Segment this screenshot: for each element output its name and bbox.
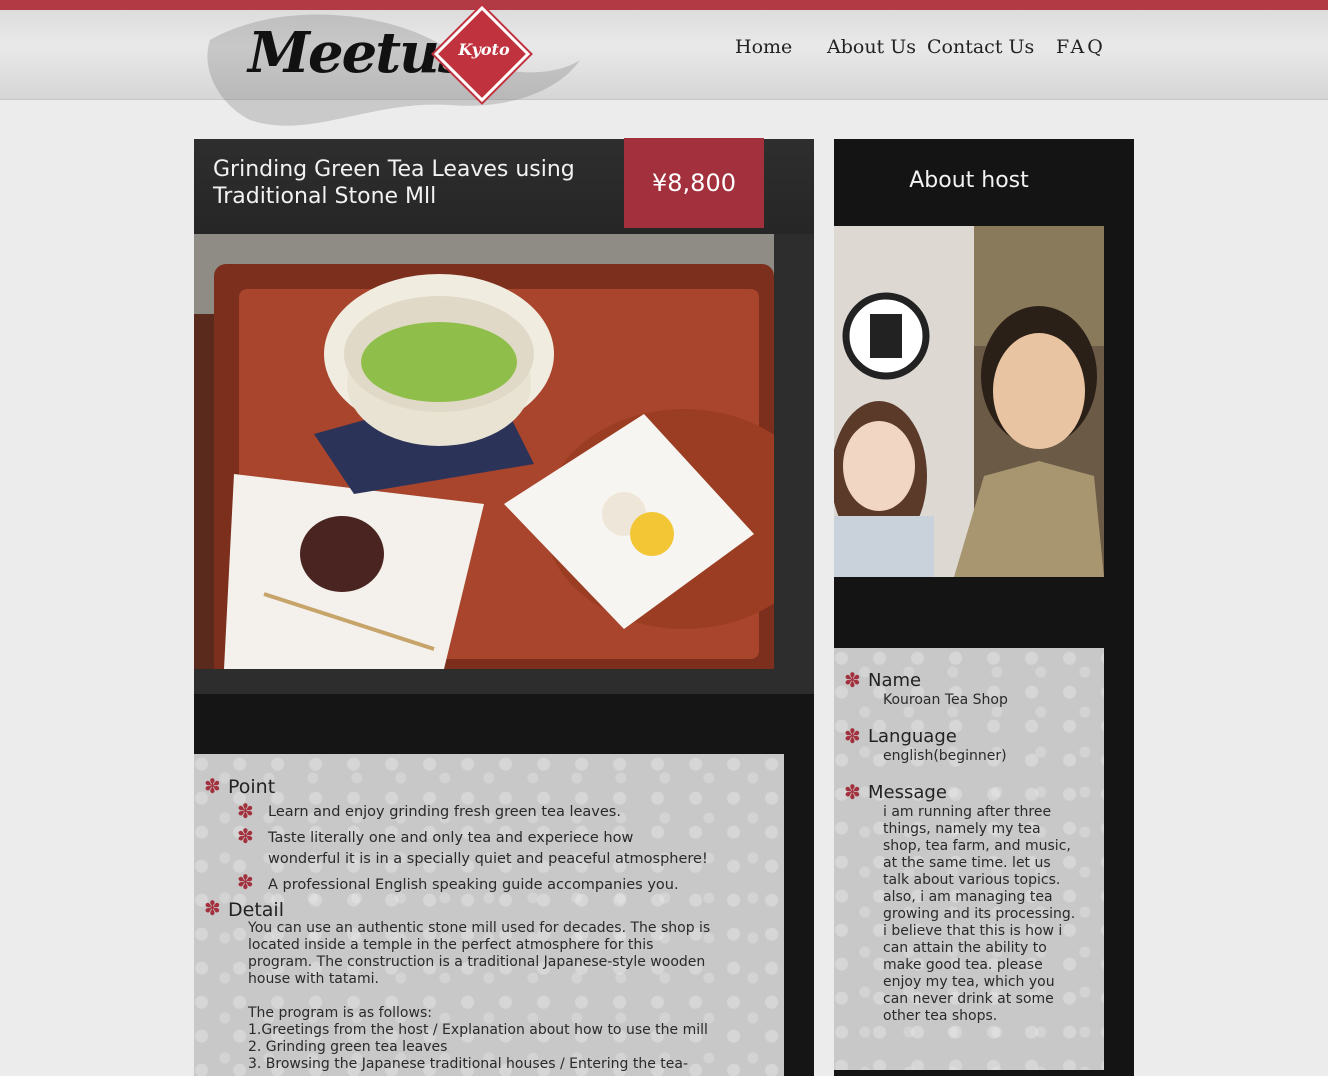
sakura-icon: ✽: [237, 799, 254, 823]
point-item: Taste literally one and only tea and exp…: [268, 830, 708, 867]
listing-title: Grinding Green Tea Leaves using Traditio…: [213, 157, 575, 209]
detail-text: You can use an authentic stone mill used…: [248, 920, 711, 1072]
price-badge: ¥8,800: [624, 138, 764, 228]
sakura-icon: ✽: [204, 896, 221, 920]
nav-about-us[interactable]: About Us: [827, 36, 916, 58]
host-language-value: english(beginner): [883, 748, 1007, 764]
detail-heading: Detail: [228, 899, 284, 921]
site-logo[interactable]: Meetus Kyoto: [248, 5, 538, 103]
sakura-icon: ✽: [204, 774, 221, 798]
nav-faq[interactable]: FAQ: [1056, 36, 1106, 58]
sakura-icon: ✽: [844, 780, 861, 804]
host-language-label: Language: [868, 726, 957, 747]
host-name-label: Name: [868, 670, 922, 691]
point-heading: Point: [228, 776, 276, 798]
host-message-label: Message: [868, 782, 947, 803]
sakura-icon: ✽: [844, 724, 861, 748]
point-item: A professional English speaking guide ac…: [268, 877, 679, 893]
host-message-value: i am running after three things, namely …: [883, 804, 1076, 1024]
point-item: Learn and enjoy grinding fresh green tea…: [268, 804, 621, 820]
sakura-icon: ✽: [844, 668, 861, 692]
about-host-heading: About host: [909, 168, 1029, 193]
nav-home[interactable]: Home: [735, 36, 792, 58]
host-name-value: Kouroan Tea Shop: [883, 692, 1008, 708]
host-photo: [834, 226, 1104, 577]
nav-contact-us[interactable]: Contact Us: [927, 36, 1034, 58]
sakura-icon: ✽: [237, 824, 254, 848]
sakura-icon: ✽: [237, 870, 254, 894]
tea-photo: [194, 234, 774, 669]
top-accent-bar: [0, 0, 1328, 10]
logo-badge-text: Kyoto: [458, 40, 510, 59]
